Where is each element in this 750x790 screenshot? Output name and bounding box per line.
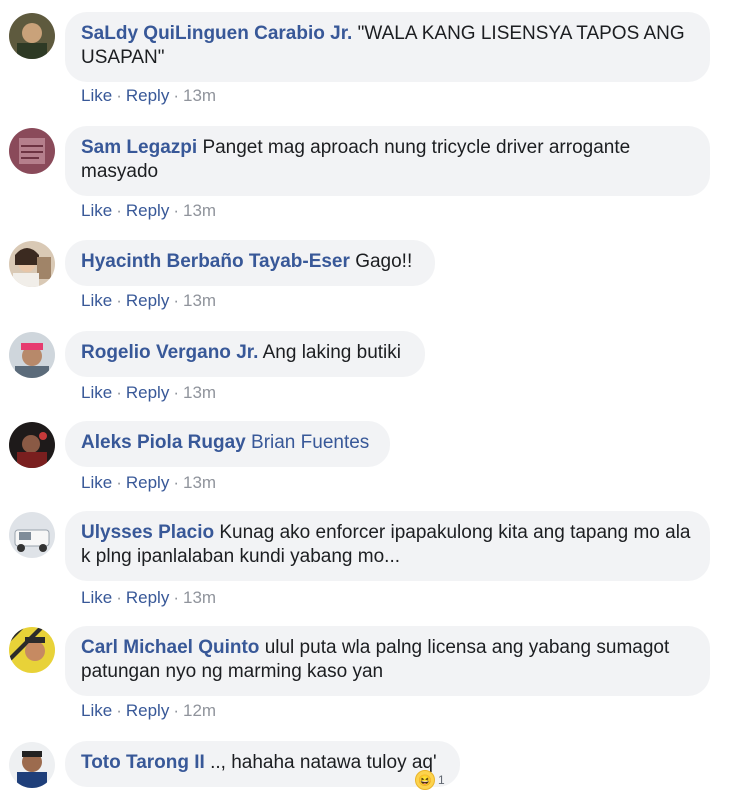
avatar[interactable] — [9, 627, 55, 673]
tagged-user-link[interactable]: Brian Fuentes — [251, 432, 369, 453]
comment-actions: Like · Reply · 13m — [81, 473, 216, 493]
comment-actions: Like · Reply · 12m — [81, 701, 216, 721]
timestamp[interactable]: 13m — [183, 201, 216, 220]
separator-dot: · — [116, 201, 122, 220]
comment-actions: Like · Reply · 13m — [81, 201, 216, 221]
separator-dot: · — [116, 473, 122, 492]
like-button[interactable]: Like — [81, 473, 112, 492]
like-button[interactable]: Like — [81, 701, 112, 720]
comment-author[interactable]: Carl Michael Quinto — [81, 637, 259, 658]
haha-emoji-icon: 😆 — [415, 770, 435, 790]
avatar[interactable] — [9, 332, 55, 378]
separator-dot: · — [116, 588, 122, 607]
comment-bubble: Carl Michael Quinto ulul puta wla palng … — [65, 626, 710, 696]
comment-author[interactable]: Rogelio Vergano Jr. — [81, 342, 258, 363]
like-button[interactable]: Like — [81, 201, 112, 220]
comment-author[interactable]: Aleks Piola Rugay — [81, 432, 246, 453]
separator-dot: · — [173, 383, 179, 402]
comment-text: .., hahaha natawa tuloy aq' — [210, 752, 437, 773]
comment-actions: Like · Reply · 13m — [81, 86, 216, 106]
reply-button[interactable]: Reply — [126, 86, 169, 105]
avatar[interactable] — [9, 422, 55, 468]
separator-dot: · — [116, 383, 122, 402]
timestamp[interactable]: 13m — [183, 383, 216, 402]
comment-actions: Like · Reply · 13m — [81, 383, 216, 403]
comment-author[interactable]: Sam Legazpi — [81, 137, 197, 158]
reply-button[interactable]: Reply — [126, 291, 169, 310]
avatar[interactable] — [9, 742, 55, 788]
separator-dot: · — [116, 291, 122, 310]
separator-dot: · — [173, 473, 179, 492]
reaction-summary[interactable]: 😆 1 — [415, 770, 445, 790]
avatar[interactable] — [9, 241, 55, 287]
timestamp[interactable]: 13m — [183, 291, 216, 310]
comment-author[interactable]: Hyacinth Berbaño Tayab-Eser — [81, 251, 350, 272]
comment-text: Ang laking butiki — [262, 342, 401, 363]
reply-button[interactable]: Reply — [126, 588, 169, 607]
timestamp[interactable]: 13m — [183, 588, 216, 607]
separator-dot: · — [173, 201, 179, 220]
reply-button[interactable]: Reply — [126, 383, 169, 402]
comment-author[interactable]: Ulysses Placio — [81, 522, 214, 543]
comment-bubble: Hyacinth Berbaño Tayab-Eser Gago!! — [65, 240, 435, 286]
timestamp[interactable]: 12m — [183, 701, 216, 720]
avatar[interactable] — [9, 128, 55, 174]
comment-bubble: Ulysses Placio Kunag ako enforcer ipapak… — [65, 511, 710, 581]
comment-author[interactable]: SaLdy QuiLinguen Carabio Jr. — [81, 23, 352, 44]
reply-button[interactable]: Reply — [126, 473, 169, 492]
comment-bubble: Toto Tarong II .., hahaha natawa tuloy a… — [65, 741, 460, 787]
timestamp[interactable]: 13m — [183, 473, 216, 492]
reply-button[interactable]: Reply — [126, 201, 169, 220]
comment-bubble: Aleks Piola Rugay Brian Fuentes — [65, 421, 390, 467]
reaction-count: 1 — [438, 773, 445, 787]
comment-author[interactable]: Toto Tarong II — [81, 752, 205, 773]
like-button[interactable]: Like — [81, 291, 112, 310]
comment-actions: Like · Reply · 13m — [81, 588, 216, 608]
comment-bubble: Sam Legazpi Panget mag aproach nung tric… — [65, 126, 710, 196]
like-button[interactable]: Like — [81, 383, 112, 402]
comment-actions: Like · Reply · 13m — [81, 291, 216, 311]
like-button[interactable]: Like — [81, 86, 112, 105]
avatar[interactable] — [9, 13, 55, 59]
comment-bubble: SaLdy QuiLinguen Carabio Jr. "WALA KANG … — [65, 12, 710, 82]
reply-button[interactable]: Reply — [126, 701, 169, 720]
like-button[interactable]: Like — [81, 588, 112, 607]
comment-bubble: Rogelio Vergano Jr. Ang laking butiki — [65, 331, 425, 377]
comment-text: Gago!! — [355, 251, 413, 272]
separator-dot: · — [116, 701, 122, 720]
separator-dot: · — [173, 86, 179, 105]
separator-dot: · — [173, 701, 179, 720]
timestamp[interactable]: 13m — [183, 86, 216, 105]
separator-dot: · — [173, 291, 179, 310]
avatar[interactable] — [9, 512, 55, 558]
separator-dot: · — [116, 86, 122, 105]
separator-dot: · — [173, 588, 179, 607]
